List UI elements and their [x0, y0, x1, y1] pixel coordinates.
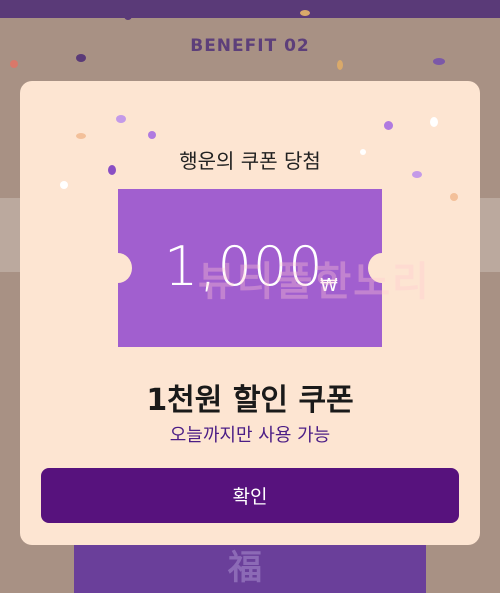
modal-title: 행운의 쿠폰 당첨 — [179, 149, 321, 173]
top-bar — [0, 0, 500, 18]
brand-watermark: 뷰티풀한노리 — [198, 259, 431, 305]
confetti-piece — [76, 133, 86, 139]
background-card-glyph: 福 — [228, 548, 262, 588]
coupon-notch-left — [104, 253, 132, 283]
confetti-piece — [300, 10, 310, 16]
confirm-button[interactable]: 확인 — [41, 468, 459, 523]
confetti-piece — [76, 54, 86, 62]
confetti-piece — [124, 12, 132, 20]
confetti-piece — [60, 181, 68, 189]
benefit-title: BENEFIT 02 — [190, 36, 310, 56]
confetti-piece — [450, 193, 458, 201]
coupon-modal: 행운의 쿠폰 당첨 1,000 ₩ 뷰티풀한노리 1천원 할인 쿠폰 오늘까지만… — [20, 81, 480, 545]
confetti-piece — [384, 121, 393, 130]
coupon-name: 1천원 할인 쿠폰 — [146, 383, 354, 418]
confetti-piece — [337, 60, 343, 70]
coupon-validity: 오늘까지만 사용 가능 — [169, 425, 331, 446]
confetti-piece — [430, 117, 438, 127]
confetti-piece — [148, 131, 156, 139]
confetti-piece — [433, 58, 445, 65]
confetti-piece — [10, 60, 18, 68]
confetti-piece — [116, 115, 126, 123]
